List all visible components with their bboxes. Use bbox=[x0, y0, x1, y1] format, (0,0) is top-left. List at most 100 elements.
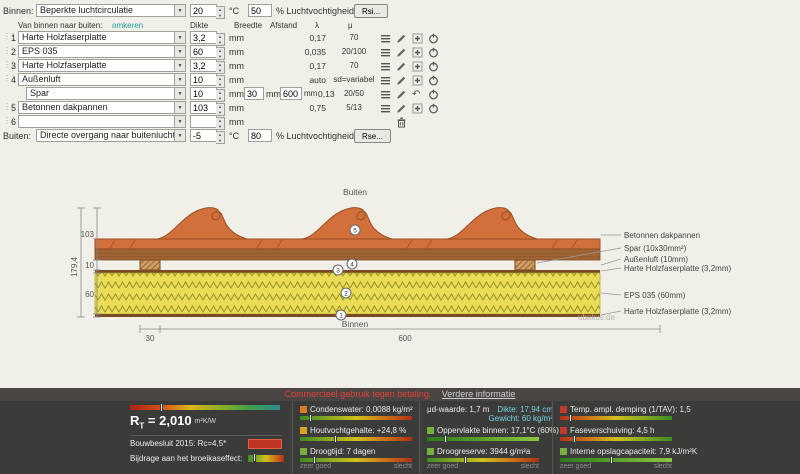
svg-text:Betonnen dakpannen: Betonnen dakpannen bbox=[624, 231, 700, 240]
scale-labels: zeer goed slecht bbox=[300, 463, 412, 470]
metric-oppervlakte: Oppervlakte binnen: 17,1°C (60%) bbox=[427, 426, 559, 447]
dikte-input[interactable] bbox=[190, 59, 217, 72]
material-select[interactable]: ▼ bbox=[18, 115, 186, 128]
afstand-input[interactable] bbox=[280, 87, 302, 100]
menu-icon[interactable] bbox=[380, 33, 392, 45]
add-layer-icon[interactable] bbox=[412, 61, 424, 73]
material-select[interactable]: Spar ▼ bbox=[26, 87, 186, 100]
power-icon[interactable] bbox=[428, 33, 440, 45]
broeikas-row: Bijdrage aan het broeikaseffect: bbox=[130, 452, 288, 463]
material-select[interactable]: Betonnen dakpannen ▼ bbox=[18, 101, 186, 114]
material-select[interactable]: Außenluft ▼ bbox=[18, 73, 186, 86]
svg-text:EPS 035 (60mm): EPS 035 (60mm) bbox=[624, 291, 686, 300]
bouwbesluit-label: Bouwbesluit 2015: Rc=4,5* bbox=[130, 439, 227, 449]
pencil-icon[interactable] bbox=[396, 89, 408, 101]
dikte-input[interactable] bbox=[190, 101, 217, 114]
banner-info-link[interactable]: Verdere informatie bbox=[442, 389, 516, 399]
metric-bar bbox=[560, 435, 672, 443]
binnen-temp-input[interactable] bbox=[190, 4, 217, 17]
metric-bar bbox=[300, 414, 412, 422]
svg-text:4: 4 bbox=[350, 262, 354, 269]
buiten-temp-stepper[interactable]: ▲ ▼ bbox=[216, 131, 225, 144]
metric-bar bbox=[300, 456, 412, 464]
pencil-icon[interactable] bbox=[396, 47, 408, 59]
layer-labels: Betonnen dakpannen Spar (10x30mm²) Außen… bbox=[624, 231, 731, 316]
chevron-down-icon: ▼ bbox=[174, 32, 185, 43]
scale-labels: zeer goed slecht bbox=[427, 463, 539, 470]
ubakus-app: Binnen: Beperkte luchtcirculatie ▼ ▲▼ °C… bbox=[0, 0, 800, 474]
watermark: ubakus.de bbox=[578, 313, 615, 322]
menu-icon[interactable] bbox=[380, 75, 392, 87]
dikte-total: Dikte: 17,94 cm bbox=[497, 405, 553, 414]
dikte-input[interactable] bbox=[190, 45, 217, 58]
menu-icon[interactable] bbox=[380, 47, 392, 59]
status-dot bbox=[300, 448, 307, 455]
power-icon[interactable] bbox=[428, 89, 440, 101]
trash-icon[interactable] bbox=[396, 117, 408, 129]
layer-row-2: ⋮⋮ 2 EPS 035▼ ▲▼ mm 0,035 20/100 bbox=[0, 45, 800, 60]
buiten-label: Buiten: bbox=[3, 131, 32, 141]
svg-text:Spar (10x30mm²): Spar (10x30mm²) bbox=[624, 244, 687, 253]
metric-bar bbox=[427, 456, 539, 464]
pencil-icon[interactable] bbox=[396, 61, 408, 73]
buiten-humidity-input[interactable] bbox=[248, 129, 272, 142]
binnen-temp-stepper[interactable]: ▲ ▼ bbox=[216, 6, 225, 19]
menu-icon[interactable] bbox=[380, 61, 392, 73]
svg-text:5: 5 bbox=[353, 228, 357, 235]
pencil-icon[interactable] bbox=[396, 103, 408, 115]
dikte-input[interactable] bbox=[190, 115, 217, 128]
omkeren-link[interactable]: omkeren bbox=[112, 21, 143, 30]
svg-text:103: 103 bbox=[81, 230, 95, 239]
binnen-label: Binnen: bbox=[3, 6, 34, 16]
material-select[interactable]: Harte Holzfaserplatte ▼ bbox=[18, 31, 186, 44]
binnen-humidity-input[interactable] bbox=[248, 4, 272, 17]
add-layer-icon[interactable] bbox=[412, 47, 424, 59]
holzfaserplatte-top bbox=[95, 270, 600, 273]
breedte-input[interactable] bbox=[244, 87, 264, 100]
layer-row-3: ⋮⋮ 3 Harte Holzfaserplatte▼ ▲▼ mm 0,17 7… bbox=[0, 59, 800, 74]
add-layer-icon[interactable] bbox=[412, 103, 424, 115]
dimension-values: 103 10 60 bbox=[81, 230, 95, 299]
add-layer-icon[interactable] bbox=[412, 33, 424, 45]
buiten-row: Buiten: Directe overgang naar buitenluch… bbox=[0, 129, 800, 144]
buiten-temp-input[interactable] bbox=[190, 129, 217, 142]
svg-text:30: 30 bbox=[146, 334, 155, 343]
dikte-input[interactable] bbox=[190, 87, 217, 100]
svg-text:10: 10 bbox=[85, 261, 94, 270]
dikte-input[interactable] bbox=[190, 31, 217, 44]
dikte-input[interactable] bbox=[190, 73, 217, 86]
svg-text:Harte Holzfaserplatte (3,2mm): Harte Holzfaserplatte (3,2mm) bbox=[624, 264, 731, 273]
undo-icon[interactable]: ↶ bbox=[412, 89, 424, 101]
rsi-button[interactable]: Rsi... bbox=[354, 4, 389, 18]
pencil-icon[interactable] bbox=[396, 33, 408, 45]
svg-text:Außenluft (10mm): Außenluft (10mm) bbox=[624, 255, 688, 264]
bouwbesluit-row: Bouwbesluit 2015: Rc=4,5* bbox=[130, 438, 282, 449]
layer-row-spar: Spar▼ ▲▼ mm mm mm 0,13 20/50 ↶ bbox=[0, 87, 800, 102]
metric-faseverschuiving: Faseverschuiving: 4,5 h bbox=[560, 426, 712, 447]
banner-warning: Commercieel gebruik tegen betaling. bbox=[284, 389, 432, 399]
metric-bar bbox=[300, 435, 412, 443]
binnen-diagram-label: Binnen bbox=[342, 319, 369, 329]
power-icon[interactable] bbox=[428, 47, 440, 59]
power-icon[interactable] bbox=[428, 103, 440, 115]
power-icon[interactable] bbox=[428, 61, 440, 73]
add-layer-icon[interactable] bbox=[412, 75, 424, 87]
buiten-select[interactable]: Directe overgang naar buitenlucht ▼ bbox=[36, 129, 186, 142]
chevron-down-icon: ▼ bbox=[174, 74, 185, 85]
layer-row-4: ⋮⋮ 4 Außenluft▼ ▲▼ mm auto sd=variabel bbox=[0, 73, 800, 88]
svg-text:2: 2 bbox=[344, 291, 348, 298]
rt-column: RT = 2,010 m²K/W Bouwbesluit 2015: Rc=4,5… bbox=[130, 403, 288, 463]
menu-icon[interactable] bbox=[380, 103, 392, 115]
material-select[interactable]: Harte Holzfaserplatte ▼ bbox=[18, 59, 186, 72]
chevron-down-icon: ▼ bbox=[174, 102, 185, 113]
status-dot bbox=[300, 427, 307, 434]
svg-text:600: 600 bbox=[398, 334, 412, 343]
pencil-icon[interactable] bbox=[396, 75, 408, 87]
chevron-down-icon: ▼ bbox=[174, 5, 185, 16]
material-select[interactable]: EPS 035 ▼ bbox=[18, 45, 186, 58]
menu-icon[interactable] bbox=[380, 89, 392, 101]
gewicht: Gewicht: 60 kg/m² bbox=[488, 414, 553, 423]
power-icon[interactable] bbox=[428, 75, 440, 87]
rse-button[interactable]: Rse... bbox=[354, 129, 391, 143]
binnen-select[interactable]: Beperkte luchtcirculatie ▼ bbox=[36, 4, 186, 17]
